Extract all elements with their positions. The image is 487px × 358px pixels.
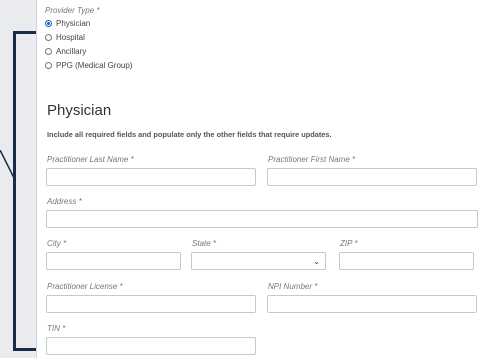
radio-ancillary[interactable]: Ancillary (45, 47, 86, 56)
zip-input[interactable] (339, 252, 474, 270)
bracket-vertical-line (13, 31, 16, 351)
state-label: State * (192, 239, 217, 248)
radio-label: Physician (56, 19, 91, 28)
radio-label: PPG (Medical Group) (56, 61, 133, 70)
first-name-input[interactable] (267, 168, 477, 186)
last-name-input[interactable] (46, 168, 256, 186)
bracket-top (13, 31, 38, 34)
license-label: Practitioner License * (47, 282, 123, 291)
address-label: Address * (47, 197, 82, 206)
address-input[interactable] (46, 210, 478, 228)
radio-label: Hospital (56, 33, 85, 42)
city-input[interactable] (46, 252, 181, 270)
zip-label: ZIP * (340, 239, 358, 248)
tin-label: TIN * (47, 324, 66, 333)
npi-label: NPI Number * (268, 282, 318, 291)
radio-dot[interactable] (45, 48, 52, 55)
first-name-label: Practitioner First Name * (268, 155, 356, 164)
radio-dot[interactable] (45, 20, 52, 27)
form-instruction: Include all required fields and populate… (47, 130, 332, 139)
state-select[interactable]: ⌄ (191, 252, 326, 270)
annotation-bracket (0, 0, 40, 358)
npi-input[interactable] (267, 295, 477, 313)
bracket-bottom (13, 348, 38, 351)
radio-dot[interactable] (45, 34, 52, 41)
license-input[interactable] (46, 295, 256, 313)
provider-type-label: Provider Type * (45, 6, 100, 15)
bracket-pointer (0, 150, 15, 179)
radio-physician[interactable]: Physician (45, 19, 90, 28)
provider-form-card: Provider Type * Physician Hospital Ancil… (36, 0, 487, 358)
radio-dot[interactable] (45, 62, 52, 69)
radio-ppg[interactable]: PPG (Medical Group) (45, 61, 132, 70)
last-name-label: Practitioner Last Name * (47, 155, 134, 164)
city-label: City * (47, 239, 67, 248)
radio-hospital[interactable]: Hospital (45, 33, 85, 42)
chevron-down-icon[interactable]: ⌄ (313, 257, 320, 266)
radio-label: Ancillary (56, 47, 87, 56)
tin-input[interactable] (46, 337, 256, 355)
section-title: Physician (47, 102, 112, 119)
